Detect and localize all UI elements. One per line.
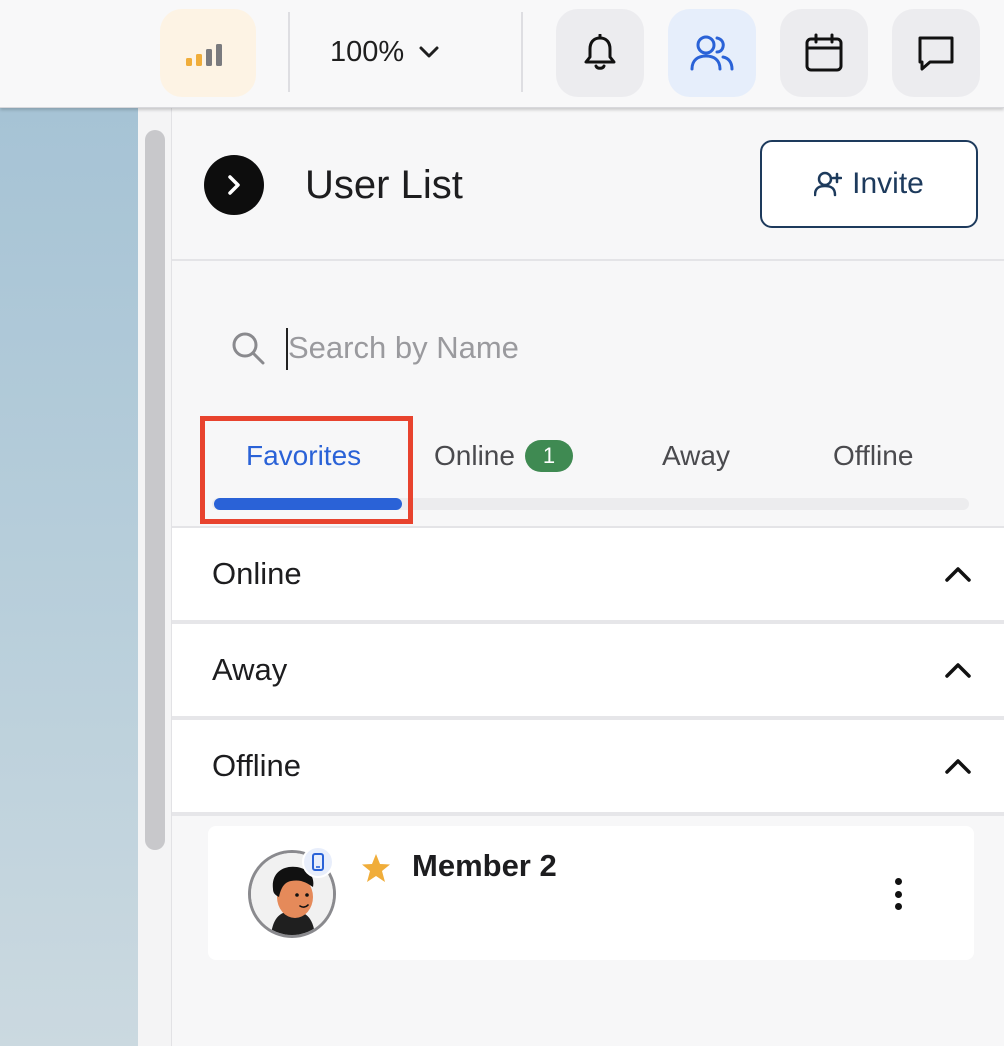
collapse-panel-button[interactable] <box>204 155 264 215</box>
mobile-icon <box>312 853 324 871</box>
signal-bars-icon <box>186 44 222 66</box>
chat-button[interactable] <box>892 9 980 97</box>
dot <box>894 878 902 885</box>
dot <box>894 903 902 910</box>
network-signal-button[interactable] <box>160 9 256 97</box>
user-list-panel: User List Invite Favorites Online 1 Away… <box>172 108 1004 1046</box>
users-icon <box>690 35 734 71</box>
star-icon[interactable] <box>360 852 392 884</box>
search-input[interactable] <box>288 322 888 374</box>
chevron-up-icon[interactable] <box>942 654 974 686</box>
toolbar-divider <box>521 12 523 92</box>
more-vertical-icon[interactable] <box>884 876 912 912</box>
users-button[interactable] <box>668 9 756 97</box>
scrollbar-thumb[interactable] <box>145 130 165 850</box>
tab-label: Away <box>662 440 730 471</box>
zoom-level: 100% <box>330 35 405 68</box>
zoom-select[interactable]: 100% <box>330 28 440 76</box>
workspace-background <box>0 108 138 1046</box>
section-label: Away <box>212 652 288 687</box>
search-icon <box>232 332 265 365</box>
section-offline[interactable]: Offline <box>172 720 1004 816</box>
list-item[interactable]: Member 2 <box>208 826 974 960</box>
toolbar-divider <box>288 12 290 92</box>
calendar-button[interactable] <box>780 9 868 97</box>
user-plus-icon <box>814 171 843 197</box>
tab-offline[interactable]: Offline <box>833 426 913 486</box>
section-label: Offline <box>212 748 302 783</box>
status-sections: Online Away Offline <box>172 526 1004 816</box>
chevron-up-icon[interactable] <box>942 750 974 782</box>
calendar-icon <box>805 33 843 72</box>
online-count-badge: 1 <box>524 440 573 472</box>
tab-label: Offline <box>833 440 914 471</box>
chevron-right-icon <box>228 175 240 195</box>
invite-label: Invite <box>852 167 924 200</box>
section-away[interactable]: Away <box>172 624 1004 720</box>
search-box[interactable] <box>230 318 930 378</box>
chevron-up-icon[interactable] <box>942 558 974 590</box>
chat-icon <box>918 36 954 71</box>
device-badge <box>302 846 334 878</box>
section-online[interactable]: Online <box>172 528 1004 624</box>
tab-online[interactable]: Online 1 <box>434 426 573 486</box>
notifications-button[interactable] <box>556 9 644 97</box>
top-toolbar: 100% <box>0 0 1004 108</box>
highlight-box <box>200 416 413 524</box>
tab-label: Online <box>434 440 515 471</box>
chevron-down-icon <box>419 46 439 58</box>
invite-button[interactable]: Invite <box>760 140 978 228</box>
tab-away[interactable]: Away <box>662 426 730 486</box>
bell-icon <box>584 34 616 70</box>
page-title: User List <box>305 163 463 207</box>
dot <box>894 890 902 898</box>
member-name: Member 2 <box>412 848 557 883</box>
panel-header: User List Invite <box>172 108 1004 261</box>
section-label: Online <box>212 556 302 591</box>
